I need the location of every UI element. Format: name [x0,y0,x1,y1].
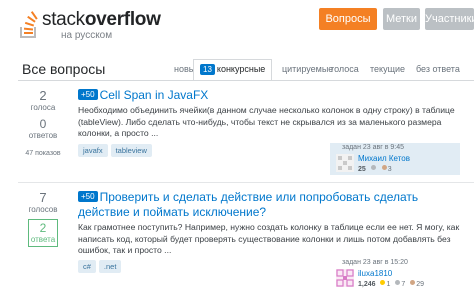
answer-count: 2 ответа [28,219,58,247]
tag-dotnet[interactable]: .net [98,260,122,273]
user-name-link[interactable]: Михаил Кетов [358,154,410,163]
answer-count: 0 ответов [28,117,58,140]
question-owner-card: задан 23 авг в 15:20 iluxa1810 1,246 1 7… [330,258,460,290]
tab-votes[interactable]: голоса [331,64,359,74]
question-excerpt: Как грамотнее поступить? Например, нужно… [78,222,460,255]
featured-count-badge: 13 [200,64,215,75]
tabs-divider [18,80,474,81]
question-tags: javafx tableview [78,140,155,158]
logo-wordmark: stackoverflow [42,9,161,30]
tag-javafx[interactable]: javafx [78,144,108,157]
asked-timestamp: задан 23 авг в 9:45 [342,144,405,151]
user-name-link[interactable]: iluxa1810 [358,269,392,278]
question-title-link[interactable]: +50 Cell Span in JavaFX [78,88,458,103]
tag-csharp[interactable]: c# [78,260,96,273]
asked-timestamp: задан 23 авг в 15:20 [342,259,408,266]
view-count: 47 показов [25,150,61,157]
user-avatar[interactable] [336,154,354,172]
bronze-badge-icon [381,165,387,170]
nav-questions-button[interactable]: Вопросы [319,8,377,30]
stack-logo-icon [20,11,38,38]
vote-count: 2 голоса [30,88,56,112]
question-excerpt: Необходимо объединить ячейки(в данном сл… [78,105,455,138]
gold-badge-icon [380,280,386,285]
site-logo[interactable]: stackoverflow на русском [18,6,168,42]
question-title-link[interactable]: +50 Проверить и сделать действие или попр… [78,190,458,220]
question-owner-card: задан 23 авг в 9:45 Михаил Кетов 25 3 [330,143,460,175]
vote-count: 7 голосов [28,190,58,214]
question-divider [18,182,474,183]
logo-subtitle: на русском [61,30,113,41]
nav-users-button[interactable]: Участники [425,8,474,30]
tab-featured[interactable]: 13 конкурсные [193,59,273,81]
tab-unanswered[interactable]: без ответа [416,64,460,74]
silver-badge-icon [370,165,376,170]
user-avatar[interactable] [336,269,354,287]
tag-tableview[interactable]: tableview [110,144,152,157]
question-tags: c# .net [78,256,124,274]
tab-active[interactable]: текущие [370,64,405,74]
page-title: Все вопросы [22,61,106,77]
user-reputation: 1,246 1 7 29 [358,280,424,288]
bounty-badge: +50 [78,89,98,100]
bounty-badge: +50 [78,191,98,202]
silver-badge-icon [395,280,401,285]
tab-featured-label: конкурсные [216,64,266,74]
bronze-badge-icon [410,280,416,285]
nav-tags-button[interactable]: Метки [383,8,420,30]
user-reputation: 25 3 [358,165,392,173]
tab-frequent[interactable]: цитируемые [282,64,333,74]
